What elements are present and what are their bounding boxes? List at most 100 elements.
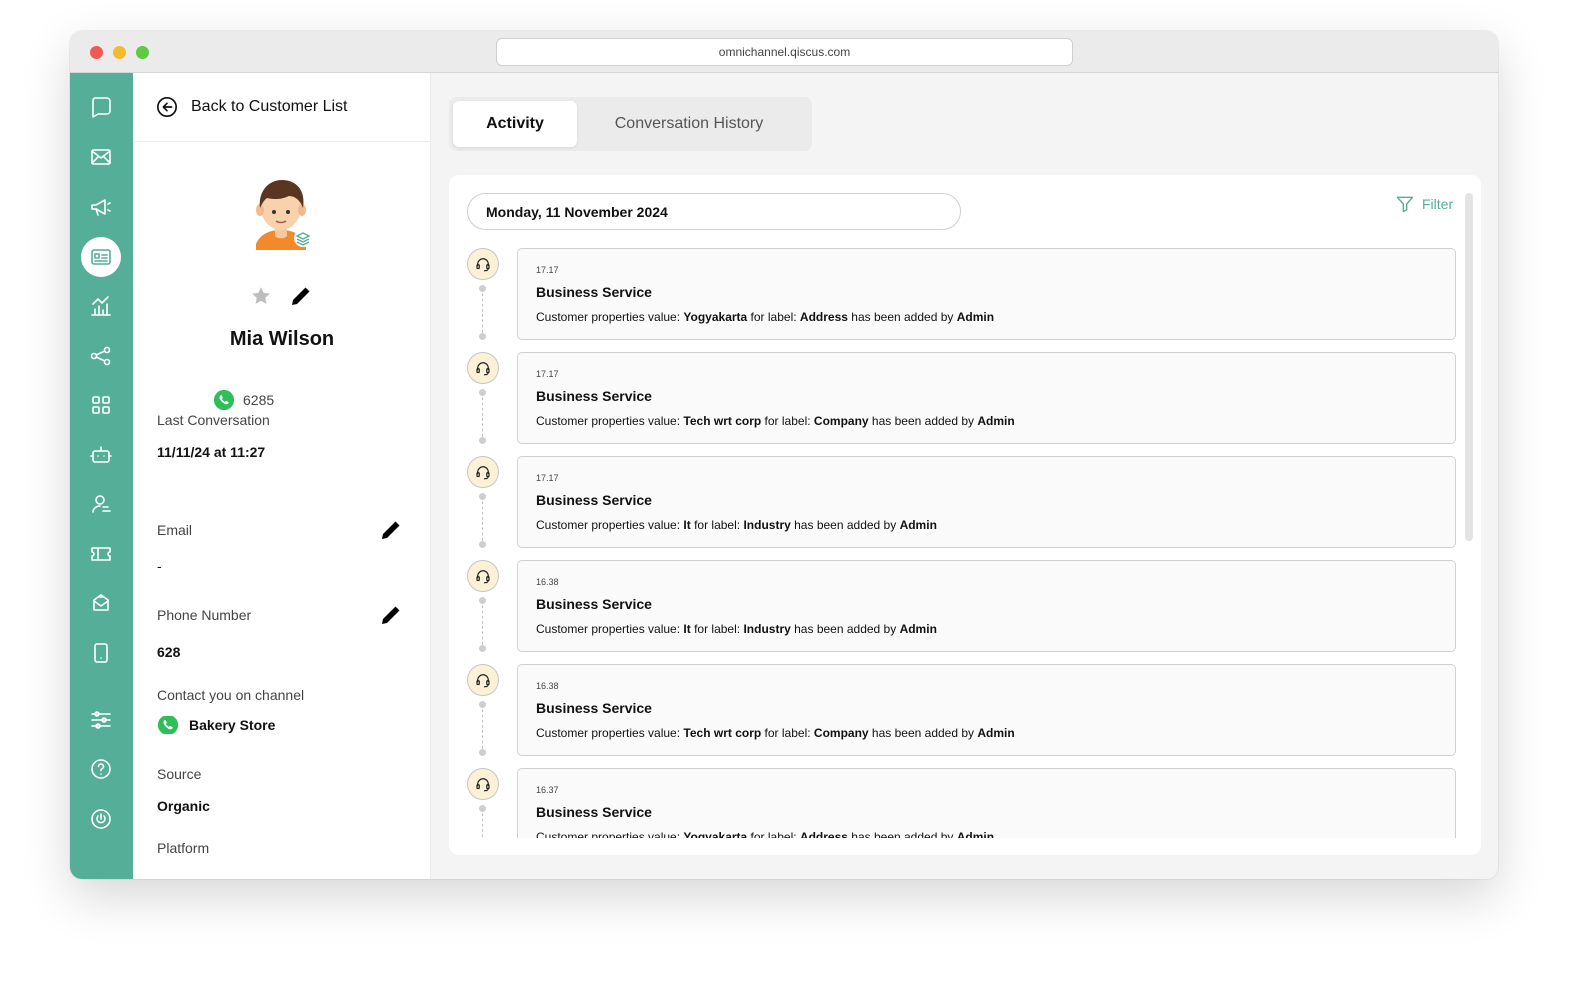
settings-sliders-icon[interactable] [81,700,121,740]
added-by: Admin [899,622,937,636]
contact-channel-label: Contact you on channel [157,687,305,703]
megaphone-icon[interactable] [81,187,121,227]
chat-bubble-icon[interactable] [81,87,121,127]
desc-suffix: has been added by [847,310,957,324]
desc-for-label: for label: [747,830,800,838]
activity-entry: 17.17 Business Service Customer properties… [467,456,1457,549]
activity-title: Business Service [536,596,652,612]
desc-prefix: Customer properties value: [536,830,684,838]
analytics-icon[interactable] [81,286,121,326]
contact-card-icon[interactable] [81,237,121,277]
star-icon[interactable] [250,285,272,307]
timeline-line [482,808,483,838]
property-label: Company [813,414,869,428]
activity-title: Business Service [536,700,652,716]
minimize-window-button[interactable] [113,46,126,59]
contact-channel-row: Bakery Store [157,716,275,734]
desc-prefix: Customer properties value: [536,414,684,428]
customer-phone-short: 6285 [243,392,275,408]
browser-window: omnichannel.qiscus.com Back to Customer … [70,31,1498,879]
activity-description: Customer properties value: Yogyakarta fo… [536,830,994,838]
customer-detail-panel: Back to Customer List Mia Wilson 6285 La… [133,73,431,879]
help-icon[interactable] [81,749,121,789]
activity-time: 17.17 [536,369,559,379]
activity-feed: 17.17 Business Service Customer properties… [467,248,1457,838]
activity-entry: 17.17 Business Service Customer properties… [467,352,1457,445]
edit-phone-icon[interactable] [379,603,403,627]
phone-number-label: Phone Number [157,607,252,623]
desc-for-label: for label: [690,518,744,532]
activity-description: Customer properties value: It for label:… [536,518,937,532]
platform-label: Platform [157,840,210,856]
ticket-icon[interactable] [81,534,121,574]
filter-icon [1396,196,1414,213]
last-conversation-label: Last Conversation [157,412,270,428]
desc-prefix: Customer properties value: [536,622,684,636]
activity-description: Customer properties value: It for label:… [536,622,937,636]
property-value: Yogyakarta [683,830,748,838]
power-icon[interactable] [81,799,121,839]
customer-whatsapp: 6285 [213,389,274,411]
contact-channel-value: Bakery Store [189,717,276,733]
activity-description: Customer properties value: Tech wrt corp… [536,726,1015,740]
bot-icon[interactable] [81,435,121,475]
headset-icon [467,352,499,384]
activity-time: 17.17 [536,265,559,275]
activity-entry: 16.38 Business Service Customer properties… [467,560,1457,653]
tab-activity[interactable]: Activity [453,101,577,147]
activity-time: 16.38 [536,577,559,587]
back-to-customer-list-button[interactable]: Back to Customer List [133,73,430,142]
desc-for-label: for label: [690,622,744,636]
activity-time: 17.17 [536,473,559,483]
address-bar[interactable]: omnichannel.qiscus.com [496,38,1073,66]
timeline-dot [479,333,486,340]
maximize-window-button[interactable] [136,46,149,59]
timeline-dot [479,437,486,444]
activity-entry: 16.38 Business Service Customer properties… [467,664,1457,757]
property-value: Yogyakarta [683,310,748,324]
mobile-icon[interactable] [81,633,121,673]
edit-name-icon[interactable] [289,284,313,308]
desc-suffix: has been added by [847,830,957,838]
browser-titlebar: omnichannel.qiscus.com [70,31,1498,73]
headset-icon [467,664,499,696]
tab-conversation-history[interactable]: Conversation History [589,101,789,147]
mailbox-icon[interactable] [81,583,121,623]
activity-card: 17.17 Business Service Customer properties… [517,456,1456,548]
desc-prefix: Customer properties value: [536,310,684,324]
close-window-button[interactable] [90,46,103,59]
timeline-line [482,704,483,754]
property-value: Tech wrt corp [683,414,762,428]
activity-title: Business Service [536,492,652,508]
date-header: Monday, 11 November 2024 [467,193,961,230]
scrollbar[interactable] [1465,193,1473,541]
edit-email-icon[interactable] [379,518,403,542]
activity-time: 16.37 [536,785,559,795]
last-conversation-value: 11/11/24 at 11:27 [157,444,266,460]
desc-prefix: Customer properties value: [536,726,684,740]
back-label: Back to Customer List [191,98,348,115]
added-by: Admin [956,830,995,838]
source-value: Organic [157,798,210,814]
whatsapp-icon [213,389,235,411]
added-by: Admin [899,518,937,532]
inbox-icon[interactable] [81,137,121,177]
activity-card: 17.17 Business Service Customer properties… [517,248,1456,340]
desc-for-label: for label: [761,414,814,428]
timeline-dot [479,645,486,652]
filter-button[interactable]: Filter [1395,194,1453,214]
agent-icon[interactable] [81,484,121,524]
activity-card: 16.37 Business Service Customer properties… [517,768,1456,838]
activity-entry: 16.37 Business Service Customer properties… [467,768,1457,838]
desc-for-label: for label: [747,310,800,324]
email-value: - [157,558,162,574]
whatsapp-icon [157,716,179,734]
customer-avatar [256,180,312,250]
activity-description: Customer properties value: Yogyakarta fo… [536,310,994,324]
activity-title: Business Service [536,284,652,300]
integration-icon[interactable] [81,336,121,376]
desc-suffix: has been added by [790,518,900,532]
property-label: Industry [743,622,791,636]
added-by: Admin [977,726,1015,740]
apps-grid-icon[interactable] [81,385,121,425]
